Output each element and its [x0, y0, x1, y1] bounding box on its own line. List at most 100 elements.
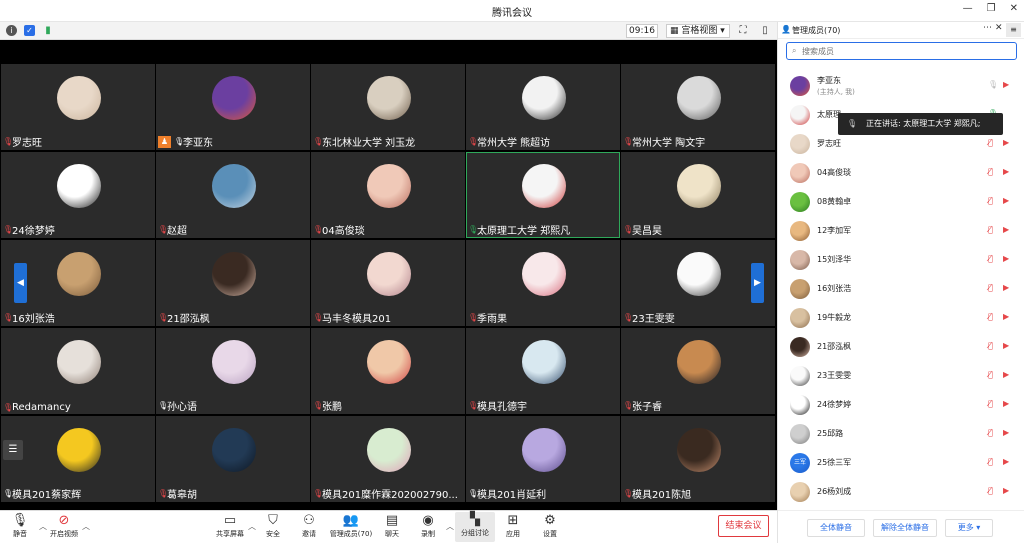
mic-muted-icon[interactable]: 🎙̸	[988, 312, 993, 321]
participant-tile[interactable]: 🎙 葛皋胡	[156, 416, 310, 502]
member-row[interactable]: 04高俊琰 🎙̸ ▶	[778, 159, 1024, 188]
info-icon[interactable]: i	[6, 25, 17, 36]
mic-muted-icon[interactable]: 🎙̸	[988, 167, 993, 176]
apps-button[interactable]: ⊞ 应用	[493, 513, 533, 539]
manage-members-button[interactable]: 👥 管理成员(70)	[328, 513, 374, 539]
security-button[interactable]: ⛉ 安全	[253, 513, 293, 539]
participant-tile[interactable]: 🎙 孙心语	[156, 328, 310, 414]
member-row[interactable]: 16刘张浩 🎙̸ ▶	[778, 275, 1024, 304]
member-row[interactable]: 三军 25徐三军 🎙̸ ▶	[778, 449, 1024, 478]
camera-off-icon[interactable]: ▶	[1003, 167, 1009, 176]
camera-off-icon[interactable]: ▶	[1003, 457, 1009, 466]
signal-icon[interactable]: ▮	[42, 25, 54, 37]
mic-muted-icon[interactable]: 🎙̸	[988, 254, 993, 263]
close-icon[interactable]: ✕	[995, 23, 1003, 33]
member-row[interactable]: 12李加军 🎙̸ ▶	[778, 217, 1024, 246]
participant-tile[interactable]: 🎙 模具孔德宇	[466, 328, 620, 414]
camera-off-icon[interactable]: ▶	[1003, 254, 1009, 263]
participant-tile[interactable]: 🎙 常州大学 熊超访	[466, 64, 620, 150]
participant-tile[interactable]: 🎙 马丰冬模具201	[311, 240, 465, 326]
view-mode-dropdown[interactable]: ▦ 宫格视图 ▾	[666, 24, 730, 38]
member-name: 04高俊琰	[817, 168, 852, 177]
next-page-button[interactable]: ▶	[751, 263, 764, 303]
mic-muted-icon[interactable]: 🎙̸	[988, 225, 993, 234]
mic-muted-icon[interactable]: 🎙̸	[988, 486, 993, 495]
camera-off-icon[interactable]: ▶	[1003, 370, 1009, 379]
participant-tile[interactable]: 🎙 21邵泓枫	[156, 240, 310, 326]
participant-tile[interactable]: 🎙 04高俊琰	[311, 152, 465, 238]
camera-off-icon[interactable]: ▶	[1003, 283, 1009, 292]
participant-tile[interactable]: 🎙 模具201肖延利	[466, 416, 620, 502]
list-menu-icon[interactable]: ☰	[3, 440, 23, 460]
participant-tile[interactable]: 🎙 模具201糜作霖202002790...	[311, 416, 465, 502]
start-video-button[interactable]: ⊘ 开启视频	[44, 513, 84, 539]
participant-name: 模具孔德宇	[477, 402, 527, 413]
mic-muted-icon[interactable]: 🎙̸	[988, 370, 993, 379]
participant-tile[interactable]: 🎙 罗志旺	[1, 64, 155, 150]
participant-tile[interactable]: 🎙 季雨果	[466, 240, 620, 326]
share-screen-button[interactable]: ▭ 共享屏幕	[210, 513, 250, 539]
mic-muted-icon[interactable]: 🎙̸	[988, 196, 993, 205]
end-meeting-button[interactable]: 结束会议	[718, 515, 769, 537]
participant-tile[interactable]: 🎙 张鹏	[311, 328, 465, 414]
camera-off-icon[interactable]: ▶	[1003, 486, 1009, 495]
participant-tile[interactable]: ♟ 🎙 李亚东	[156, 64, 310, 150]
camera-off-icon[interactable]: ▶	[1003, 428, 1009, 437]
sidebar-toggle-icon[interactable]: ▯	[759, 25, 771, 37]
participant-tile[interactable]: 🎙 东北林业大学 刘玉龙	[311, 64, 465, 150]
camera-off-icon[interactable]: ▶	[1003, 138, 1009, 147]
camera-off-icon[interactable]: ▶	[1003, 341, 1009, 350]
camera-off-icon[interactable]: ▶	[1003, 225, 1009, 234]
camera-off-icon[interactable]: ▶	[1003, 196, 1009, 205]
prev-page-button[interactable]: ◀	[14, 263, 27, 303]
member-row[interactable]: 21邵泓枫 🎙̸ ▶	[778, 333, 1024, 362]
participant-tile[interactable]: 🎙 24徐梦婷	[1, 152, 155, 238]
unmute-all-button[interactable]: 解除全体静音	[873, 519, 937, 537]
panel-menu-icon[interactable]: ≡	[1006, 23, 1021, 37]
member-row[interactable]: 15刘泽华 🎙̸ ▶	[778, 246, 1024, 275]
camera-off-icon[interactable]: ▶	[1003, 80, 1009, 89]
participant-tile[interactable]: 🎙 常州大学 陶文宇	[621, 64, 775, 150]
fullscreen-icon[interactable]: ⛶	[737, 25, 749, 37]
mic-muted-icon[interactable]: 🎙̸	[988, 457, 993, 466]
close-icon[interactable]: ✕	[1010, 3, 1018, 14]
restore-icon[interactable]: ❐	[987, 3, 996, 14]
record-options-caret[interactable]: ︿	[446, 521, 454, 532]
invite-button[interactable]: ⚇ 邀请	[289, 513, 329, 539]
minimize-icon[interactable]: —	[963, 3, 973, 14]
more-button[interactable]: 更多 ▾	[945, 519, 993, 537]
microphone-icon[interactable]: 🎙	[988, 80, 998, 89]
member-search-input[interactable]	[802, 44, 1002, 58]
video-options-caret[interactable]: ︿	[82, 521, 90, 532]
member-row[interactable]: 23王雯雯 🎙̸ ▶	[778, 362, 1024, 391]
mute-all-button[interactable]: 全体静音	[807, 519, 865, 537]
chat-button[interactable]: ▤ 聊天	[372, 513, 412, 539]
member-row[interactable]: 19牛毅龙 🎙̸ ▶	[778, 304, 1024, 333]
member-row[interactable]: 24徐梦婷 🎙̸ ▶	[778, 391, 1024, 420]
mic-muted-icon[interactable]: 🎙̸	[988, 341, 993, 350]
participant-tile[interactable]: 🎙 Redamancy	[1, 328, 155, 414]
mic-muted-icon[interactable]: 🎙̸	[988, 428, 993, 437]
mic-muted-icon[interactable]: 🎙̸	[988, 399, 993, 408]
mute-button[interactable]: 🎙 静音	[0, 513, 40, 539]
participant-tile[interactable]: 🎙 模具201蔡家辉	[1, 416, 155, 502]
member-row[interactable]: 08黄翰卓 🎙̸ ▶	[778, 188, 1024, 217]
member-row[interactable]: 25邱路 🎙̸ ▶	[778, 420, 1024, 449]
camera-off-icon[interactable]: ▶	[1003, 312, 1009, 321]
participant-tile[interactable]: 🎙 吴昌昊	[621, 152, 775, 238]
settings-button[interactable]: ⚙ 设置	[530, 513, 570, 539]
participant-tile[interactable]: 🎙 太原理工大学 郑熙凡	[466, 152, 620, 238]
breakout-rooms-button[interactable]: ▚ 分组讨论	[455, 512, 495, 542]
member-row[interactable]: 李亚东 (主持人, 我) 🎙 ▶	[778, 72, 1024, 101]
participant-tile[interactable]: 🎙 张子睿	[621, 328, 775, 414]
shield-icon[interactable]: ✓	[24, 25, 35, 36]
participant-tile[interactable]: 🎙 赵超	[156, 152, 310, 238]
member-search-box[interactable]: ⌕	[786, 42, 1017, 60]
mic-muted-icon[interactable]: 🎙̸	[988, 283, 993, 292]
member-row[interactable]: 26杨刘成 🎙̸ ▶	[778, 478, 1024, 507]
more-options-icon[interactable]: ⋯	[983, 23, 992, 33]
camera-off-icon[interactable]: ▶	[1003, 399, 1009, 408]
mic-muted-icon[interactable]: 🎙̸	[988, 138, 993, 147]
record-button[interactable]: ◉ 录制	[408, 513, 448, 539]
participant-tile[interactable]: 🎙 模具201陈旭	[621, 416, 775, 502]
